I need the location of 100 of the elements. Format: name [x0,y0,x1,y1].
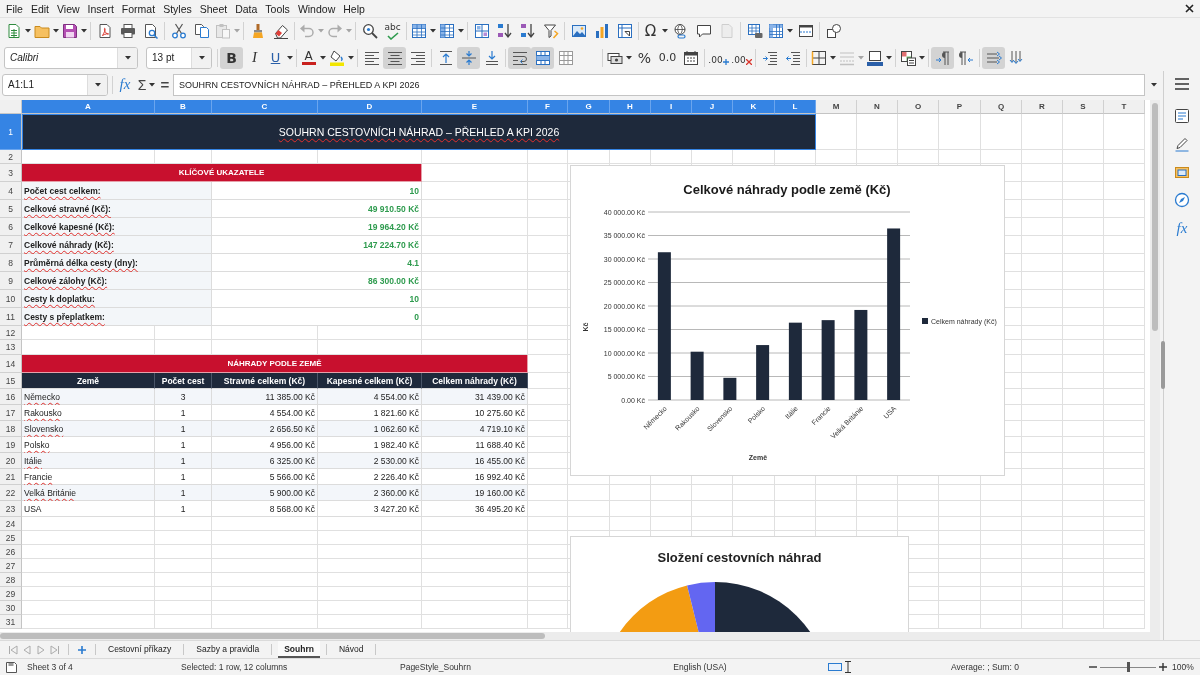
column-header[interactable]: G [568,100,610,114]
column-header[interactable]: P [939,100,981,114]
row-header[interactable]: 31 [0,615,22,629]
row-header[interactable]: 6 [0,218,22,236]
row-header[interactable]: 2 [0,150,22,164]
row-header[interactable]: 19 [0,437,22,453]
column-header[interactable]: S [1063,100,1104,114]
sheet-tab[interactable]: Cestovní příkazy [102,641,178,658]
column-header[interactable]: L [775,100,816,114]
column-header[interactable]: I [651,100,692,114]
zoom-level[interactable]: 100% [1172,662,1194,672]
column-header[interactable]: R [1022,100,1063,114]
row-header[interactable]: 25 [0,531,22,545]
sheet-tab[interactable]: Souhrn [278,641,320,658]
selection-mode-icon[interactable] [828,663,842,671]
row-header[interactable]: 12 [0,326,22,340]
add-decimal-button[interactable]: .00 [707,46,730,69]
name-box[interactable]: A1:L1 [2,73,108,96]
menu-item[interactable]: Window [293,0,340,17]
language-status[interactable]: English (USA) [673,662,727,672]
column-header[interactable]: C [212,100,318,114]
scrollbar-thumb[interactable] [1152,103,1158,331]
row-header[interactable]: 30 [0,601,22,615]
sheet-tab[interactable]: Návod [332,641,370,658]
wrap-text-button[interactable] [508,46,531,69]
column-header[interactable]: H [610,100,651,114]
column-header[interactable]: J [692,100,733,114]
horizontal-scrollbar[interactable] [0,632,1160,640]
document-status-icon[interactable] [6,661,17,673]
menu-item[interactable]: View [53,0,84,17]
formula-input[interactable]: SOUHRN CESTOVNÍCH NÁHRAD – PŘEHLED A KPI 2026 [173,73,1145,96]
column-header[interactable]: T [1104,100,1145,114]
bold-button[interactable]: B [220,46,243,69]
row-header[interactable]: 21 [0,469,22,485]
dropdown-button[interactable] [117,47,137,68]
underline-button[interactable]: U [266,46,285,69]
font-size-field[interactable]: 13 pt [146,46,212,69]
minus-icon[interactable] [1089,663,1097,671]
text-cursor-icon[interactable] [845,661,851,673]
slider-thumb[interactable] [1126,662,1130,672]
menu-item[interactable]: File [2,0,27,17]
row-header[interactable]: 13 [0,340,22,355]
row-header[interactable]: 7 [0,236,22,254]
delete-decimal-button[interactable]: .00 [730,46,753,69]
column-header[interactable]: D [318,100,422,114]
vertical-scrollbar[interactable] [1150,100,1160,632]
column-header[interactable]: A [22,100,155,114]
menu-item[interactable]: Format [117,0,160,17]
left-to-right-button[interactable] [931,46,954,69]
plus-icon[interactable] [1159,663,1167,671]
row-header[interactable]: 22 [0,485,22,501]
merge-cells-button[interactable] [531,46,554,69]
row-header[interactable]: 11 [0,308,22,326]
resize-handle[interactable] [1161,341,1165,389]
menu-item[interactable]: Help [339,0,369,17]
row-header[interactable]: 14 [0,355,22,373]
row-header[interactable]: 27 [0,559,22,573]
row-header[interactable]: 10 [0,290,22,308]
menu-item[interactable]: Data [231,0,262,17]
row-header[interactable]: 5 [0,200,22,218]
dropdown-button[interactable] [87,74,107,95]
row-header[interactable]: 4 [0,182,22,200]
function-wizard-button[interactable]: fx [117,74,133,95]
close-icon[interactable] [1185,4,1194,13]
row-header[interactable]: 18 [0,421,22,437]
column-header[interactable]: M [816,100,857,114]
font-name-field[interactable]: Calibri [4,46,138,69]
special-character-button[interactable]: Ω [641,20,660,42]
row-header[interactable]: 23 [0,501,22,517]
menu-item[interactable]: Edit [26,0,53,17]
functions-button[interactable]: fx [1169,216,1195,240]
formula-button[interactable]: = [159,74,171,95]
row-header[interactable]: 8 [0,254,22,272]
column-header[interactable]: K [733,100,775,114]
number-format-button[interactable]: 0.0 [656,46,679,69]
row-header[interactable]: 17 [0,405,22,421]
dropdown-button[interactable] [191,47,211,68]
row-header[interactable]: 20 [0,453,22,469]
row-header[interactable]: 28 [0,573,22,587]
row-header[interactable]: 3 [0,164,22,182]
row-header[interactable]: 26 [0,545,22,559]
column-header[interactable]: B [155,100,212,114]
row-header[interactable]: 15 [0,373,22,389]
row-header[interactable]: 29 [0,587,22,601]
percent-format-button[interactable]: % [633,46,656,69]
row-header[interactable]: 1 [0,114,22,150]
row-header[interactable]: 16 [0,389,22,405]
sum-button[interactable]: Σ [136,74,148,95]
italic-button[interactable]: I [243,46,266,69]
column-header[interactable]: E [422,100,528,114]
column-header[interactable]: F [528,100,568,114]
text-horizontal-button[interactable] [982,46,1005,69]
scrollbar-thumb[interactable] [0,633,545,639]
menu-item[interactable]: Tools [261,0,294,17]
spelling-button[interactable]: abc [381,20,404,42]
align-center-button[interactable] [383,46,406,69]
menu-item[interactable]: Insert [83,0,118,17]
column-header[interactable]: O [898,100,939,114]
font-color-button[interactable]: A [299,46,318,69]
column-header[interactable]: Q [981,100,1022,114]
